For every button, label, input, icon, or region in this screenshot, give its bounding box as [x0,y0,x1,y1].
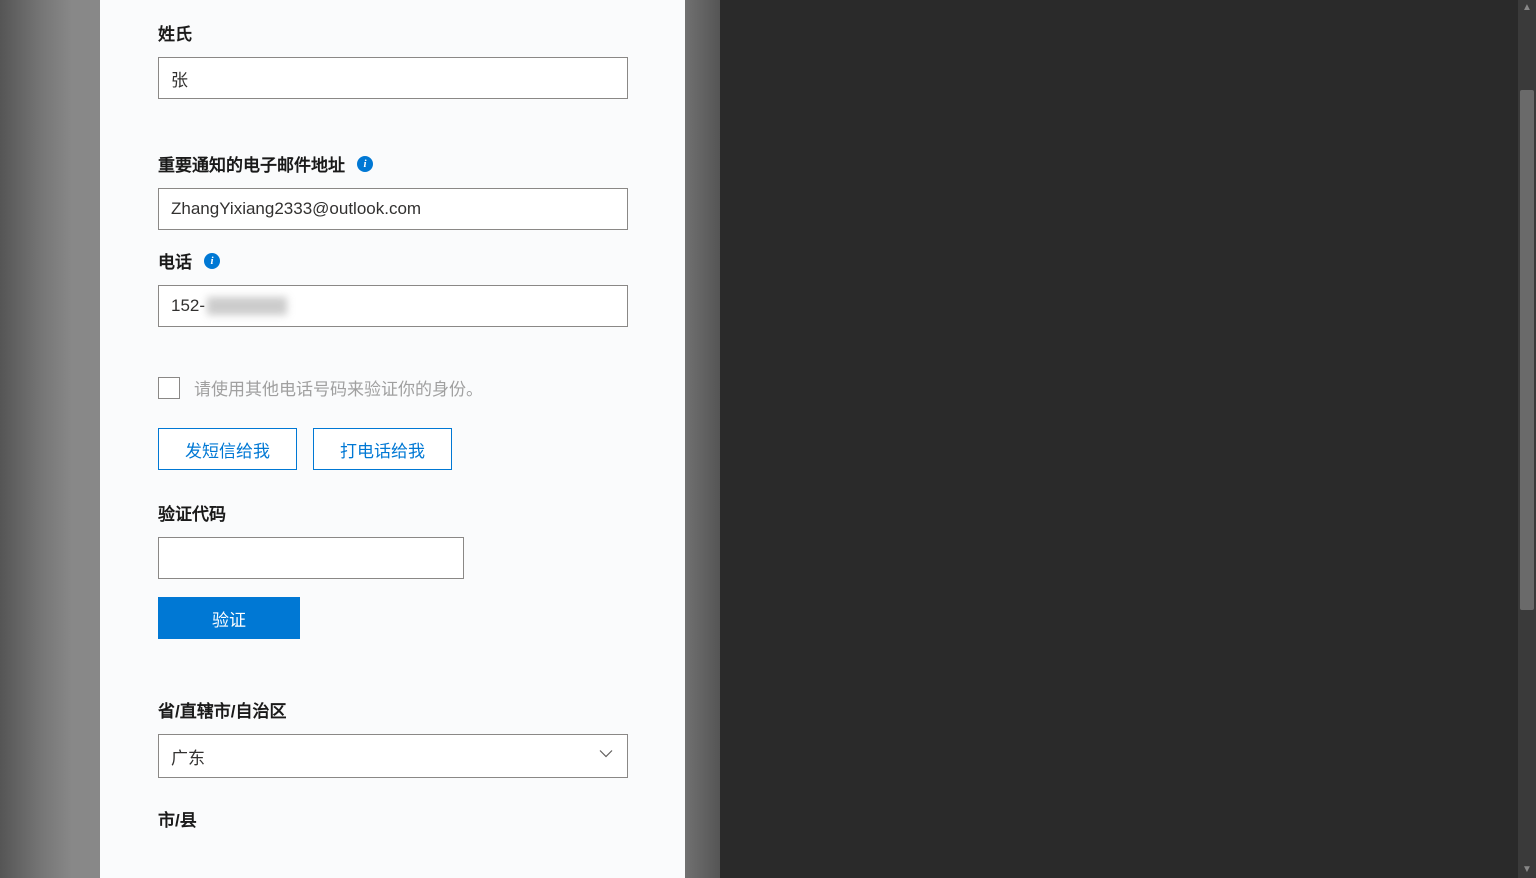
alt-phone-checkbox-label: 请使用其他电话号码来验证你的身份。 [194,375,483,400]
scrollbar-track[interactable]: ▲ ▼ [1518,0,1536,878]
phone-field-group: 电话 i 152- [158,248,655,327]
phone-label-text: 电话 [158,248,192,273]
info-icon[interactable]: i [204,253,220,269]
call-me-button[interactable]: 打电话给我 [313,428,452,470]
phone-redacted [207,297,287,315]
text-me-button[interactable]: 发短信给我 [158,428,297,470]
alt-phone-checkbox[interactable] [158,377,180,399]
email-label: 重要通知的电子邮件地址 i [158,151,655,176]
province-label: 省/直辖市/自治区 [158,697,655,722]
email-field-group: 重要通知的电子邮件地址 i [158,151,655,230]
scrollbar-thumb[interactable] [1520,90,1534,610]
dark-side-panel [720,0,1536,878]
verification-code-input[interactable] [158,537,464,579]
phone-label: 电话 i [158,248,655,273]
info-icon[interactable]: i [357,156,373,172]
form-outer-container: 姓氏 重要通知的电子邮件地址 i 电话 i 152- [0,0,720,878]
city-label: 市/县 [158,806,655,831]
province-field-group: 省/直辖市/自治区 [158,697,655,778]
phone-input[interactable]: 152- [158,285,628,327]
province-label-text: 省/直辖市/自治区 [158,697,286,722]
verification-code-label-text: 验证代码 [158,500,226,525]
email-label-text: 重要通知的电子邮件地址 [158,151,345,176]
alt-phone-checkbox-row: 请使用其他电话号码来验证你的身份。 [158,375,655,400]
surname-label: 姓氏 [158,20,655,45]
verify-button[interactable]: 验证 [158,597,300,639]
scroll-up-arrow-icon[interactable]: ▲ [1521,2,1533,14]
email-input[interactable] [158,188,628,230]
province-select-wrapper [158,734,628,778]
surname-input[interactable] [158,57,628,99]
surname-field-group: 姓氏 [158,20,655,99]
province-select[interactable] [158,734,628,778]
verification-code-label: 验证代码 [158,500,655,525]
verification-code-field-group: 验证代码 [158,500,655,579]
city-label-text: 市/县 [158,806,197,831]
surname-label-text: 姓氏 [158,20,192,45]
city-field-group: 市/县 [158,806,655,831]
phone-prefix-text: 152- [171,296,205,316]
registration-form-panel: 姓氏 重要通知的电子邮件地址 i 电话 i 152- [100,0,685,878]
scroll-down-arrow-icon[interactable]: ▼ [1521,864,1533,876]
verification-method-buttons: 发短信给我 打电话给我 [158,428,655,470]
verify-section: 验证代码 验证 [158,500,655,639]
